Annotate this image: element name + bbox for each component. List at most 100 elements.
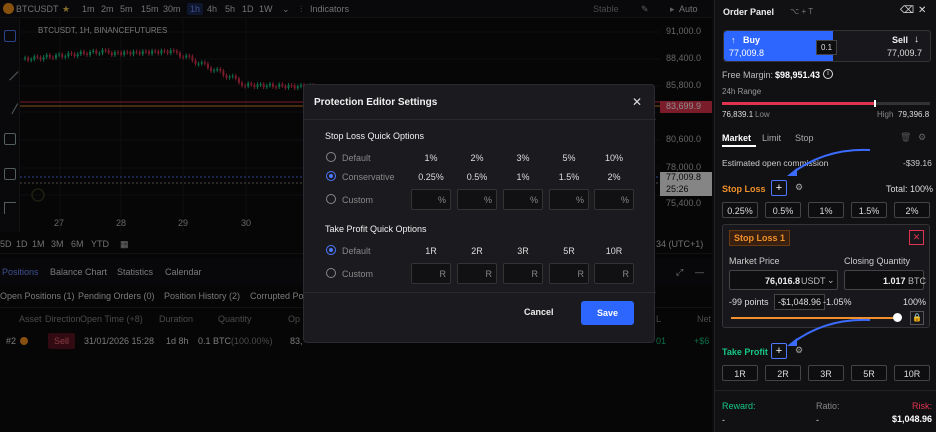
sl-conservative-value: 1.5% bbox=[558, 172, 580, 182]
margin-value: $98,951.43 bbox=[775, 70, 821, 80]
sl-chip[interactable]: 2% bbox=[894, 202, 930, 218]
market-price-unit: USDT bbox=[801, 276, 826, 286]
tp-chip[interactable]: 1R bbox=[722, 365, 758, 381]
qty-percent: 100% bbox=[903, 297, 927, 307]
save-button[interactable]: Save bbox=[581, 301, 634, 325]
risk-label: Risk: bbox=[912, 401, 932, 411]
trash-icon[interactable]: 🗑 bbox=[900, 132, 911, 143]
tp-chip[interactable]: 5R bbox=[851, 365, 887, 381]
sl-custom-input[interactable]: % bbox=[411, 189, 451, 210]
sl-conservative-value: 2% bbox=[607, 172, 621, 182]
sl-chip[interactable]: 1% bbox=[808, 202, 844, 218]
sl-custom-label: Custom bbox=[342, 195, 374, 205]
gear-icon[interactable]: ⚙ bbox=[795, 182, 803, 193]
market-price-label: Market Price bbox=[729, 256, 780, 266]
panel-title: Order Panel bbox=[723, 7, 775, 17]
reward-label: Reward: bbox=[722, 401, 756, 411]
tp-chip[interactable]: 3R bbox=[808, 365, 844, 381]
closing-qty-value: 1.017 bbox=[883, 276, 906, 286]
closing-qty-label: Closing Quantity bbox=[844, 256, 911, 266]
tab-underline bbox=[722, 145, 756, 147]
close-icon[interactable]: ✕ bbox=[918, 5, 926, 16]
tp-custom-input[interactable]: R bbox=[503, 263, 543, 284]
sl-points: -99 points bbox=[729, 297, 769, 307]
sell-price: 77,009.7 bbox=[887, 48, 923, 58]
tp-custom-input[interactable]: R bbox=[594, 263, 634, 284]
sl-total: Total: 100% bbox=[886, 184, 934, 194]
sl-percent: -1.05% bbox=[823, 297, 852, 307]
remove-sl-icon[interactable]: ✕ bbox=[909, 230, 924, 245]
tp-custom-input[interactable]: R bbox=[457, 263, 497, 284]
tp-default-value: 10R bbox=[605, 246, 623, 256]
sl-card-title: Stop Loss 1 bbox=[729, 230, 791, 246]
ratio-value: - bbox=[816, 415, 819, 425]
sl-custom-input[interactable]: % bbox=[549, 189, 589, 210]
tp-default-value: 5R bbox=[563, 246, 575, 256]
sl-custom-input[interactable]: % bbox=[503, 189, 543, 210]
sl-default-label: Default bbox=[342, 153, 371, 163]
sl-default-value: 10% bbox=[604, 153, 623, 163]
sl-label: Stop Loss bbox=[722, 184, 766, 194]
sl-conservative-value: 1% bbox=[516, 172, 530, 182]
sl-slider-handle[interactable] bbox=[893, 313, 902, 322]
tp-default-value: 2R bbox=[471, 246, 483, 256]
tp-default-label: Default bbox=[342, 246, 371, 256]
ratio-label: Ratio: bbox=[816, 401, 840, 411]
range-low: 76,839.1 bbox=[722, 110, 754, 119]
sl-chip[interactable]: 0.5% bbox=[765, 202, 801, 218]
tab-stop[interactable]: Stop bbox=[795, 133, 814, 143]
sl-custom-input[interactable]: % bbox=[457, 189, 497, 210]
range-low-label: Low bbox=[755, 110, 770, 119]
tp-custom-radio[interactable] bbox=[326, 268, 336, 278]
tp-custom-label: Custom bbox=[342, 269, 374, 279]
order-panel: Order Panel ⌥ + T ⌫ ✕ ↑ Buy 77,009.8 0.1… bbox=[714, 0, 936, 432]
sl-conservative-radio[interactable] bbox=[326, 171, 336, 181]
sl-default-value: 1% bbox=[424, 153, 438, 163]
sl-chip[interactable]: 1.5% bbox=[851, 202, 887, 218]
buy-price: 77,009.8 bbox=[729, 48, 765, 58]
lock-icon[interactable]: 🔒 bbox=[910, 311, 924, 325]
tp-section-title: Take Profit Quick Options bbox=[325, 224, 427, 234]
tp-chip[interactable]: 10R bbox=[894, 365, 930, 381]
sl-custom-input[interactable]: % bbox=[594, 189, 634, 210]
panel-shortcut: ⌥ + T bbox=[790, 7, 814, 16]
close-icon[interactable]: ✕ bbox=[632, 95, 642, 109]
range-label: 24h Range bbox=[722, 87, 762, 96]
range-fill bbox=[722, 102, 874, 105]
buy-arrow-icon: ↑ bbox=[731, 35, 736, 45]
tp-label: Take Profit bbox=[722, 347, 768, 357]
sl-amount: -$1,048.96 bbox=[774, 294, 826, 310]
tp-chip[interactable]: 2R bbox=[765, 365, 801, 381]
cancel-button[interactable]: Cancel bbox=[524, 307, 554, 317]
sl-conservative-value: 0.25% bbox=[418, 172, 444, 182]
tp-custom-input[interactable]: R bbox=[549, 263, 589, 284]
sl-chip[interactable]: 0.25% bbox=[722, 202, 758, 218]
arrow-annotation-icon bbox=[787, 318, 871, 346]
sl-conservative-label: Conservative bbox=[342, 172, 395, 182]
tp-default-radio[interactable] bbox=[326, 245, 336, 255]
qty-badge: 0.1 bbox=[816, 40, 838, 55]
margin-label: Free Margin: bbox=[722, 70, 774, 80]
tab-limit[interactable]: Limit bbox=[762, 133, 781, 143]
range-high: 79,396.8 bbox=[898, 110, 930, 119]
tp-custom-input[interactable]: R bbox=[411, 263, 451, 284]
info-icon[interactable]: i bbox=[823, 69, 833, 79]
protection-editor-modal: Protection Editor Settings ✕ Stop Loss Q… bbox=[303, 84, 656, 343]
sl-default-value: 2% bbox=[470, 153, 484, 163]
risk-value: $1,048.96 bbox=[892, 414, 933, 424]
chevron-down-icon[interactable]: ⌄ bbox=[827, 275, 835, 286]
sl-custom-radio[interactable] bbox=[326, 194, 336, 204]
tab-market[interactable]: Market bbox=[722, 133, 751, 143]
sl-default-value: 5% bbox=[562, 153, 576, 163]
add-sl-button[interactable]: + bbox=[771, 180, 787, 196]
sl-conservative-value: 0.5% bbox=[466, 172, 488, 182]
tp-default-value: 1R bbox=[425, 246, 437, 256]
market-price-value: 76,016.8 bbox=[765, 276, 801, 286]
tp-default-value: 3R bbox=[517, 246, 529, 256]
closing-qty-unit: BTC bbox=[908, 276, 926, 286]
modal-title: Protection Editor Settings bbox=[314, 97, 438, 108]
sell-label[interactable]: Sell bbox=[892, 35, 908, 45]
settings-icon[interactable]: ⚙ bbox=[918, 132, 926, 143]
eraser-icon[interactable]: ⌫ bbox=[900, 5, 914, 16]
sl-default-radio[interactable] bbox=[326, 152, 336, 162]
